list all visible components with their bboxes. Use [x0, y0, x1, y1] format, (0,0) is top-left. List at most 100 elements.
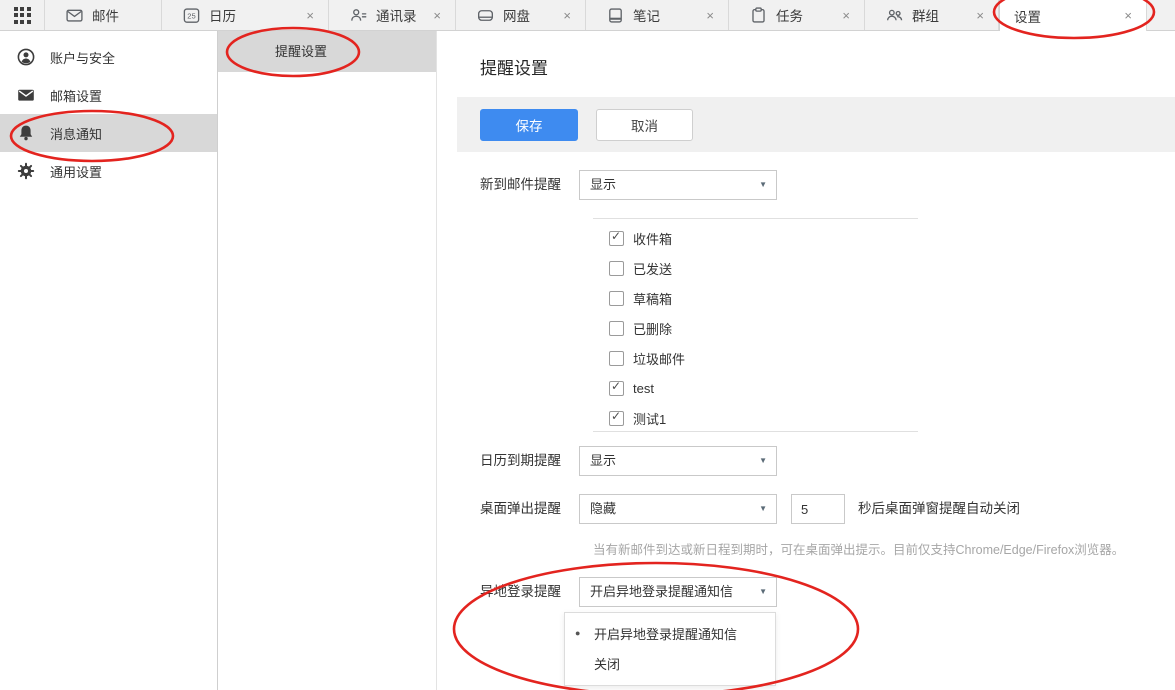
remote-login-reminder-select[interactable]: 开启异地登录提醒通知信 ▼ — [579, 577, 777, 607]
folder-option-spam: ✓ 垃圾邮件 — [609, 343, 685, 373]
sidebar-item-general-settings[interactable]: 通用设置 — [0, 152, 217, 190]
sidebar-item-label: 消息通知 — [50, 124, 102, 143]
calendar-due-reminder-label: 日历到期提醒 — [480, 446, 590, 476]
close-icon[interactable]: × — [431, 7, 443, 24]
tab-contacts[interactable]: 通讯录 × — [329, 0, 456, 30]
checkbox-label: 测试1 — [633, 409, 666, 428]
sidebar-item-label: 账户与安全 — [50, 48, 115, 67]
notification-bell-icon — [16, 123, 36, 143]
test-checkbox[interactable]: ✓ — [609, 381, 624, 396]
chevron-down-icon: ▼ — [759, 495, 767, 523]
sidebar-item-label: 邮箱设置 — [50, 86, 102, 105]
deleted-checkbox[interactable]: ✓ — [609, 321, 624, 336]
select-value: 显示 — [590, 453, 616, 468]
calendar-icon: 25 — [182, 6, 201, 25]
folder-option-deleted: ✓ 已删除 — [609, 313, 672, 343]
spam-checkbox[interactable]: ✓ — [609, 351, 624, 366]
remote-login-reminder-label: 异地登录提醒 — [480, 577, 590, 607]
settings-sidebar: 账户与安全 邮箱设置 消息通知 通用设置 — [0, 31, 218, 690]
account-security-icon — [16, 47, 36, 67]
inbox-checkbox[interactable]: ✓ — [609, 231, 624, 246]
save-button[interactable]: 保存 — [480, 109, 578, 141]
contacts-icon — [349, 6, 368, 25]
new-mail-reminder-select[interactable]: 显示 ▼ — [579, 170, 777, 200]
chevron-down-icon: ▼ — [759, 578, 767, 606]
dropdown-option-label: 关闭 — [594, 654, 620, 673]
folder-option-test: ✓ test — [609, 373, 654, 403]
tab-mail[interactable]: 邮件 — [45, 0, 162, 30]
apps-grid-icon — [14, 7, 31, 24]
check-icon: ✓ — [611, 379, 621, 393]
notes-icon — [606, 6, 625, 25]
svg-text:25: 25 — [187, 11, 195, 20]
tab-calendar[interactable]: 25 日历 × — [162, 0, 329, 30]
sidebar-item-notifications[interactable]: 消息通知 — [0, 114, 217, 152]
tab-label: 任务 — [776, 5, 803, 25]
folder-option-test1: ✓ 测试1 — [609, 403, 666, 433]
form-toolbar: 保存 取消 — [457, 97, 1175, 152]
drafts-checkbox[interactable]: ✓ — [609, 291, 624, 306]
checkbox-label: 已发送 — [633, 259, 672, 278]
sidebar-item-mailbox-settings[interactable]: 邮箱设置 — [0, 76, 217, 114]
remote-login-dropdown-panel: ● 开启异地登录提醒通知信 关闭 — [564, 612, 776, 686]
checkbox-label: test — [633, 381, 654, 396]
tab-label: 群组 — [912, 5, 939, 25]
check-icon: ✓ — [611, 229, 621, 243]
divider — [593, 431, 918, 432]
test1-checkbox[interactable]: ✓ — [609, 411, 624, 426]
tab-groups[interactable]: 群组 × — [865, 0, 999, 30]
desktop-popup-reminder-label: 桌面弹出提醒 — [480, 494, 590, 524]
settings-submenu: 提醒设置 — [218, 31, 437, 690]
divider — [593, 218, 918, 219]
close-icon[interactable]: × — [304, 7, 316, 24]
folder-option-drafts: ✓ 草稿箱 — [609, 283, 672, 313]
groups-icon — [885, 6, 904, 25]
mail-icon — [65, 6, 84, 25]
tab-label: 网盘 — [503, 5, 530, 25]
desktop-popup-hint: 当有新邮件到达或新日程到期时，可在桌面弹出提示。目前仅支持Chrome/Edge… — [593, 539, 1124, 558]
popup-seconds-suffix: 秒后桌面弹窗提醒自动关闭 — [858, 494, 1020, 524]
close-icon[interactable]: × — [840, 7, 852, 24]
tab-label: 通讯录 — [376, 5, 417, 25]
tab-netdisk[interactable]: 网盘 × — [456, 0, 586, 30]
drive-icon — [476, 6, 495, 25]
select-value: 开启异地登录提醒通知信 — [590, 584, 733, 599]
tab-bar: 邮件 25 日历 × 通讯录 × 网盘 × 笔 — [0, 0, 1175, 31]
popup-seconds-input[interactable] — [791, 494, 845, 524]
dropdown-option-enable-notice[interactable]: ● 开启异地登录提醒通知信 — [565, 618, 775, 648]
apps-menu-button[interactable] — [0, 0, 45, 30]
tab-label: 邮件 — [92, 5, 119, 25]
sent-checkbox[interactable]: ✓ — [609, 261, 624, 276]
select-value: 显示 — [590, 177, 616, 192]
cancel-button[interactable]: 取消 — [596, 109, 693, 141]
dropdown-option-label: 开启异地登录提醒通知信 — [594, 624, 737, 643]
general-settings-icon — [16, 161, 36, 181]
folder-option-inbox: ✓ 收件箱 — [609, 223, 672, 253]
sidebar-item-account-security[interactable]: 账户与安全 — [0, 38, 217, 76]
desktop-popup-reminder-select[interactable]: 隐藏 ▼ — [579, 494, 777, 524]
checkbox-label: 已删除 — [633, 319, 672, 338]
dropdown-option-off[interactable]: 关闭 — [565, 648, 775, 678]
reminder-settings-panel: 提醒设置 保存 取消 新到邮件提醒 显示 ▼ ✓ 收件箱 ✓ 已发送 ✓ 草稿箱… — [438, 31, 1175, 690]
app-window: 邮件 25 日历 × 通讯录 × 网盘 × 笔 — [0, 0, 1175, 690]
selected-bullet-icon: ● — [575, 628, 580, 638]
tab-notes[interactable]: 笔记 × — [586, 0, 729, 30]
tasks-icon — [749, 6, 768, 25]
tab-tasks[interactable]: 任务 × — [729, 0, 865, 30]
close-icon[interactable]: × — [974, 7, 986, 24]
sidebar-item-label: 通用设置 — [50, 162, 102, 181]
close-icon[interactable]: × — [704, 7, 716, 24]
checkbox-label: 垃圾邮件 — [633, 349, 685, 368]
mailbox-settings-icon — [16, 85, 36, 105]
page-title: 提醒设置 — [480, 54, 548, 79]
folder-option-sent: ✓ 已发送 — [609, 253, 672, 283]
close-icon[interactable]: × — [561, 7, 573, 24]
close-icon[interactable]: × — [1122, 7, 1134, 24]
submenu-item-reminder-settings[interactable]: 提醒设置 — [218, 31, 436, 72]
tab-label: 笔记 — [633, 5, 660, 25]
tab-settings[interactable]: 设置 × — [999, 0, 1147, 31]
calendar-due-reminder-select[interactable]: 显示 ▼ — [579, 446, 777, 476]
chevron-down-icon: ▼ — [759, 447, 767, 475]
checkbox-label: 草稿箱 — [633, 289, 672, 308]
tab-bar-filler — [1147, 0, 1175, 30]
